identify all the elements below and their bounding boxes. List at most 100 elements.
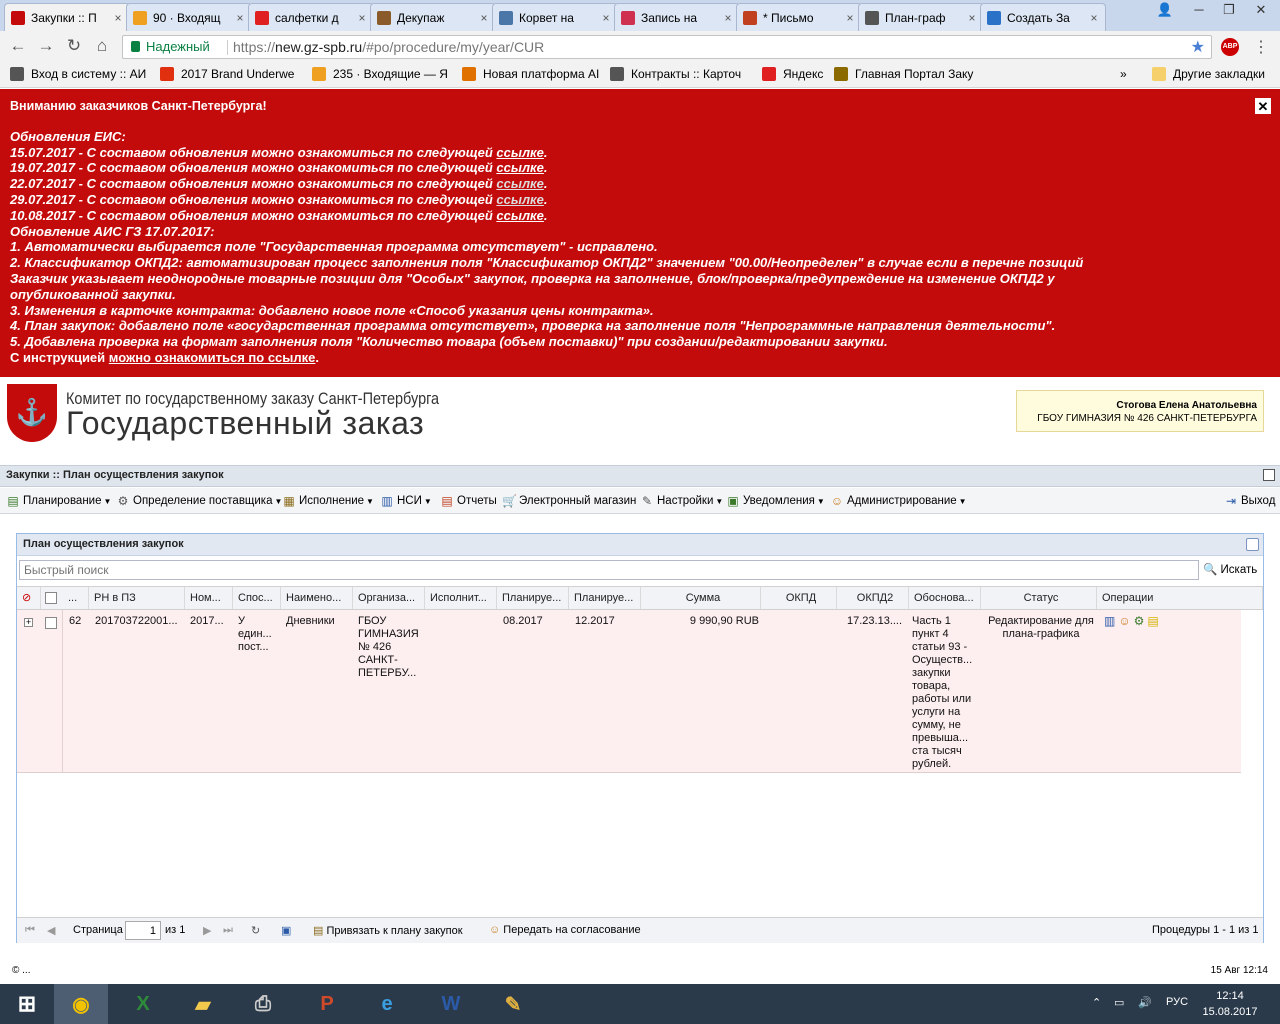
search-button[interactable]: 🔍 Искать	[1203, 562, 1257, 576]
bookmark-3[interactable]: Новая платформа АІ	[462, 67, 599, 81]
close-tab-icon[interactable]: ×	[355, 11, 369, 25]
notice-close-button[interactable]: ✕	[1255, 98, 1271, 114]
column-header-9[interactable]: Сумма	[641, 587, 761, 609]
user-icon[interactable]: 👤	[1150, 0, 1180, 22]
tab-7[interactable]: План-граф ×	[858, 3, 984, 31]
tab-5[interactable]: Запись на ×	[614, 3, 740, 31]
menu-7[interactable]: ▣ Уведомления ▼	[726, 494, 825, 508]
chrome-icon[interactable]: ◉	[54, 984, 108, 1024]
column-header-7[interactable]: Планируе...	[497, 587, 569, 609]
close-tab-icon[interactable]: ×	[599, 11, 613, 25]
tab-4[interactable]: Корвет на ×	[492, 3, 618, 31]
bookmark-0[interactable]: Вход в систему :: АИ	[10, 67, 146, 81]
expand-row-icon[interactable]: +	[24, 618, 33, 627]
column-header-6[interactable]: Исполнит...	[425, 587, 497, 609]
menu-4[interactable]: ▤ Отчеты	[440, 494, 496, 508]
maximize-button[interactable]: ❐	[1214, 0, 1244, 22]
column-header-3[interactable]: Спос...	[233, 587, 281, 609]
reload-button[interactable]: ↻	[64, 37, 84, 57]
update-link[interactable]: ссылке	[496, 145, 543, 160]
network-icon[interactable]: ▭	[1114, 996, 1124, 1009]
column-header-13[interactable]: Статус	[981, 587, 1097, 609]
filter-reset-icon[interactable]: ⊘	[17, 587, 41, 609]
bookmark-1[interactable]: 2017 Brand Underwe	[160, 67, 294, 81]
column-header-8[interactable]: Планируе...	[569, 587, 641, 609]
paint-icon[interactable]: ✎	[486, 984, 540, 1024]
bookmark-2[interactable]: 235 · Входящие — Я	[312, 67, 448, 81]
back-button[interactable]: ←	[8, 37, 28, 57]
url-text[interactable]: https://new.gz-spb.ru/#po/procedure/my/y…	[233, 39, 544, 55]
next-page-icon[interactable]: ▶	[203, 924, 211, 937]
close-tab-icon[interactable]: ×	[477, 11, 491, 25]
panel-collapse-button[interactable]	[1263, 469, 1275, 481]
refresh-grid-icon[interactable]	[1246, 538, 1259, 551]
update-link[interactable]: ссылке	[496, 192, 543, 207]
tab-6[interactable]: * Письмо ×	[736, 3, 862, 31]
volume-icon[interactable]: 🔊	[1138, 996, 1152, 1009]
instruction-link[interactable]: можно ознакомиться по ссылке	[109, 350, 316, 365]
update-link[interactable]: ссылке	[496, 176, 543, 191]
clock[interactable]: 12:14 15.08.2017	[1200, 988, 1260, 1020]
other-bookmarks[interactable]: Другие закладки	[1152, 67, 1265, 81]
close-window-button[interactable]: ✕	[1246, 0, 1276, 22]
row-checkbox[interactable]	[45, 617, 57, 629]
send-approval-button[interactable]: ☺ Передать на согласование	[489, 924, 641, 936]
tab-3[interactable]: Декупаж ×	[370, 3, 496, 31]
table-row[interactable]: + 62 201703722001... 2017... У един... п…	[17, 610, 1241, 773]
close-tab-icon[interactable]: ×	[111, 11, 125, 25]
page-input[interactable]	[125, 921, 161, 940]
save-icon[interactable]: ▣	[281, 924, 291, 937]
bookmark-6[interactable]: Главная Портал Заку	[834, 67, 973, 81]
prev-page-icon[interactable]: ◀	[47, 924, 55, 937]
column-header-0[interactable]: ...	[63, 587, 89, 609]
menu-6[interactable]: ✎ Настройки ▼	[640, 494, 723, 508]
column-header-5[interactable]: Организа...	[353, 587, 425, 609]
first-page-icon[interactable]: ⏮	[25, 924, 35, 937]
menu-2[interactable]: ▦ Исполнение ▼	[282, 494, 374, 508]
start-button[interactable]: ⊞	[0, 984, 54, 1024]
column-header-12[interactable]: Обоснова...	[909, 587, 981, 609]
printer-icon[interactable]: ⎙	[236, 984, 290, 1024]
users-icon[interactable]: ☺	[1118, 615, 1130, 628]
word-icon[interactable]: W	[424, 984, 478, 1024]
menu-8[interactable]: ☺ Администрирование ▼	[830, 494, 967, 508]
bookmark-star-icon[interactable]: ★	[1191, 37, 1205, 57]
attach-plan-button[interactable]: ▤ Привязать к плану закупок	[313, 924, 463, 937]
forward-button[interactable]: →	[36, 37, 56, 57]
last-page-icon[interactable]: ⏭	[223, 924, 233, 937]
column-header-1[interactable]: РН в ПЗ	[89, 587, 185, 609]
close-tab-icon[interactable]: ×	[843, 11, 857, 25]
note-icon[interactable]: ▤	[1147, 615, 1158, 628]
tray-up-icon[interactable]: ⌃	[1092, 996, 1101, 1009]
tab-0[interactable]: Закупки :: П ×	[4, 3, 130, 31]
column-header-11[interactable]: ОКПД2	[837, 587, 909, 609]
excel-icon[interactable]: X	[116, 984, 170, 1024]
tab-1[interactable]: 90 · Входящ ×	[126, 3, 252, 31]
refresh-icon[interactable]: ↻	[251, 924, 260, 937]
column-header-14[interactable]: Операции	[1097, 587, 1263, 609]
select-all-checkbox[interactable]	[45, 592, 57, 604]
address-bar[interactable]: Надежный https://new.gz-spb.ru/#po/proce…	[122, 35, 1212, 59]
explorer-icon[interactable]: ▰	[176, 984, 230, 1024]
tab-2[interactable]: салфетки д ×	[248, 3, 374, 31]
ie-icon[interactable]: e	[360, 984, 414, 1024]
close-tab-icon[interactable]: ×	[721, 11, 735, 25]
chart-icon[interactable]: ▥	[1104, 615, 1115, 628]
close-tab-icon[interactable]: ×	[965, 11, 979, 25]
home-button[interactable]: ⌂	[92, 37, 112, 57]
exit-button[interactable]: ⇥ Выход	[1224, 494, 1275, 508]
update-link[interactable]: ссылке	[496, 208, 543, 223]
column-header-2[interactable]: Ном...	[185, 587, 233, 609]
bookmark-4[interactable]: Контракты :: Карточ	[610, 67, 741, 81]
close-tab-icon[interactable]: ×	[233, 11, 247, 25]
column-header-4[interactable]: Наимено...	[281, 587, 353, 609]
language-indicator[interactable]: РУС	[1166, 996, 1188, 1008]
minimize-button[interactable]: ─	[1184, 0, 1214, 22]
secure-indicator[interactable]: Надежный	[131, 39, 210, 54]
menu-5[interactable]: 🛒 Электронный магазин	[502, 494, 636, 508]
bookmark-5[interactable]: Яндекс	[762, 67, 823, 81]
update-link[interactable]: ссылке	[496, 160, 543, 175]
column-header-10[interactable]: ОКПД	[761, 587, 837, 609]
menu-1[interactable]: ⚙ Определение поставщика ▼	[116, 494, 283, 508]
quick-search-input[interactable]	[19, 560, 1199, 580]
